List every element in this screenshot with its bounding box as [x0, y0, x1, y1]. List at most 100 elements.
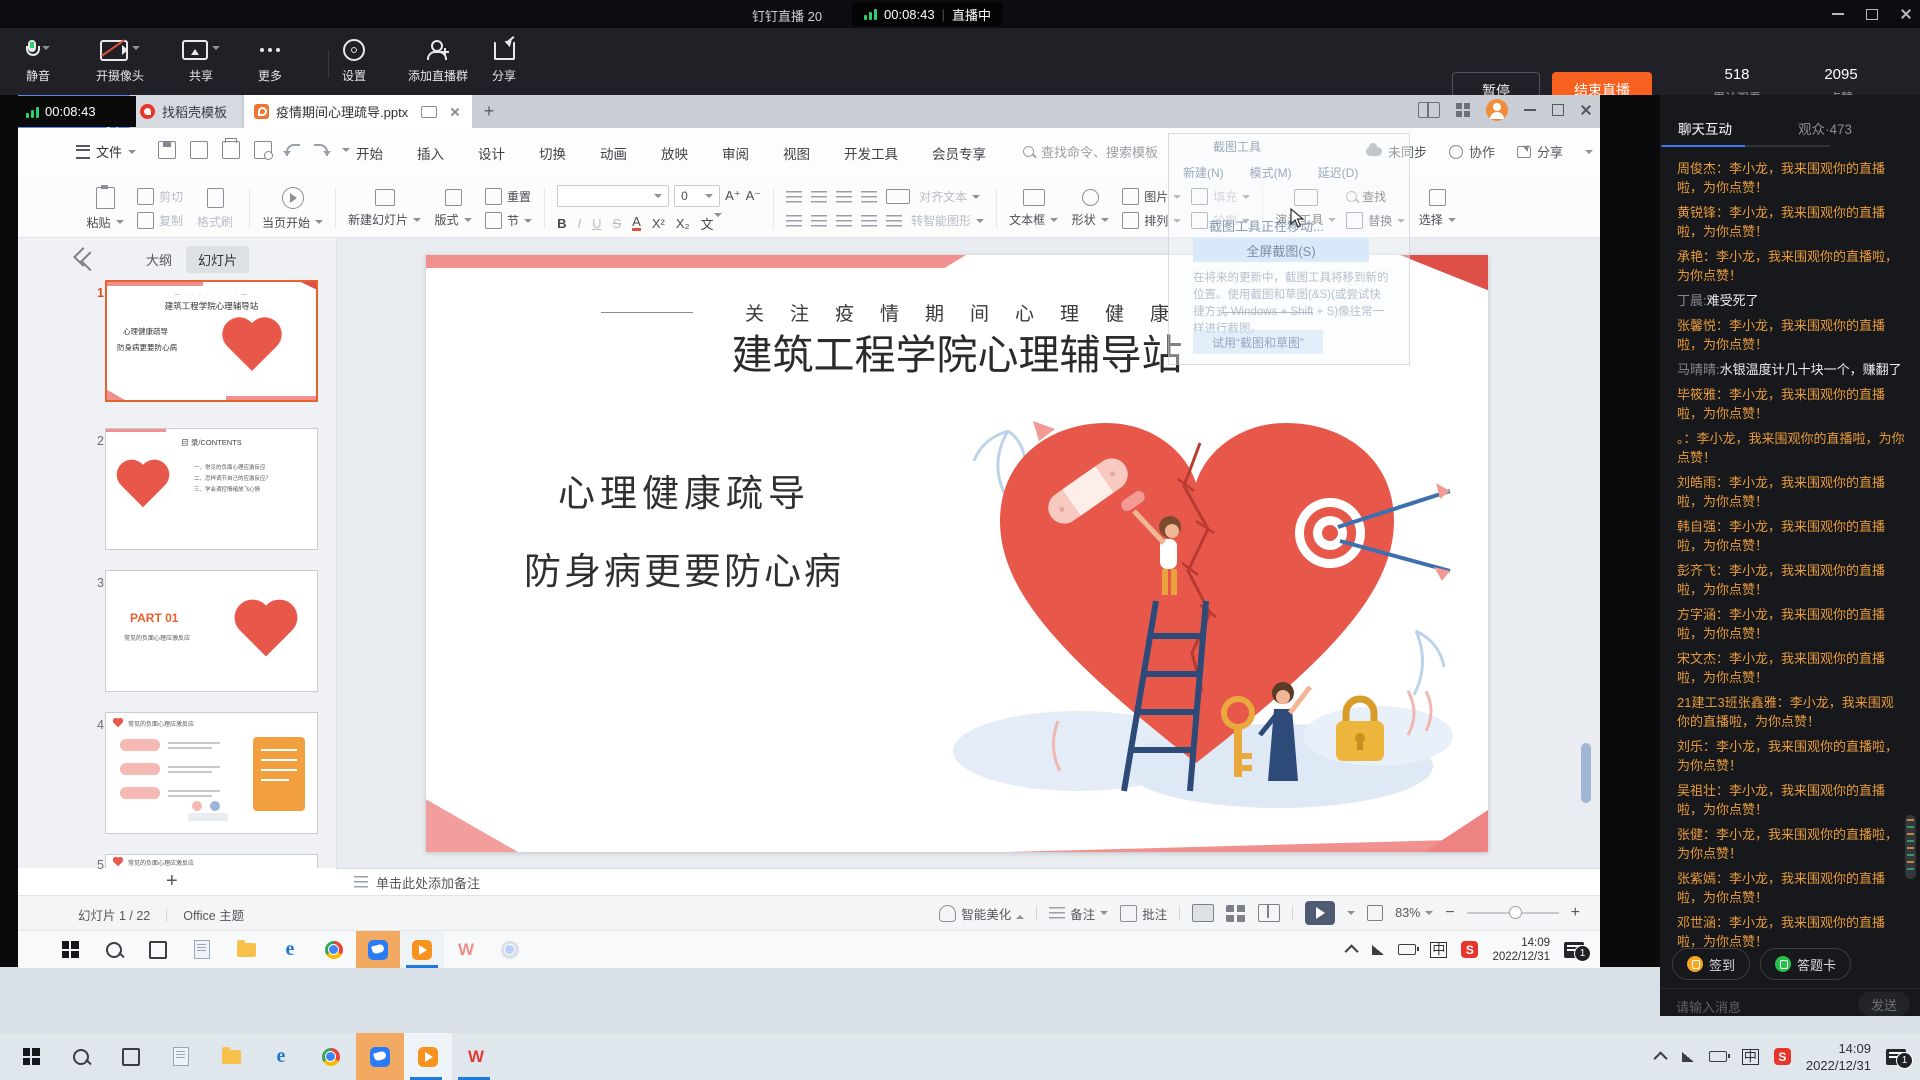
scrollbar-thumb[interactable]	[1581, 743, 1591, 803]
decrease-indent-icon[interactable]	[836, 191, 852, 203]
chat-message[interactable]: 张健：李小龙，我来围观你的直播啦，为你点赞！	[1677, 825, 1905, 863]
split-view-icon[interactable]	[1418, 102, 1440, 118]
send-button[interactable]: 发送	[1858, 992, 1910, 1016]
battery-icon[interactable]	[1709, 1051, 1727, 1062]
floating-live-timer[interactable]: 00:08:43	[18, 96, 136, 127]
dingtalk-live-icon[interactable]	[400, 931, 444, 968]
increase-indent-icon[interactable]	[861, 191, 877, 203]
wps-icon[interactable]: W	[444, 931, 488, 968]
snip-try-button[interactable]: 试用“截图和草图”	[1193, 330, 1323, 354]
chat-message[interactable]: 周俊杰：李小龙，我来围观你的直播啦，为你点赞！	[1677, 159, 1905, 197]
settings-button[interactable]: 设置	[342, 38, 366, 84]
file-explorer-icon[interactable]	[224, 931, 268, 968]
font-color-button[interactable]: A	[632, 216, 641, 231]
menu-item[interactable]: 插入	[417, 143, 444, 163]
collapse-panel-icon[interactable]	[73, 247, 93, 267]
chat-scrollbar[interactable]	[1905, 815, 1916, 879]
comments-button[interactable]: 批注	[1120, 904, 1167, 923]
zoom-out-button[interactable]: −	[1445, 904, 1454, 922]
tab-active-document[interactable]: 疫情期间心理疏导.pptx	[244, 95, 472, 128]
menu-item[interactable]: 动画	[600, 143, 627, 163]
ime-indicator[interactable]: 中	[1430, 942, 1447, 958]
zoom-slider-knob[interactable]	[1509, 906, 1522, 919]
font-size-select[interactable]: 0	[674, 185, 720, 207]
menu-item[interactable]: 开发工具	[844, 143, 898, 163]
wps-close-icon[interactable]	[1580, 104, 1592, 116]
share-screen-button[interactable]: 共享	[182, 38, 220, 84]
add-slide-button[interactable]: +	[166, 870, 178, 893]
normal-view-icon[interactable]	[1192, 904, 1214, 922]
chat-message[interactable]: 韩自强：李小龙，我来围观你的直播啦，为你点赞！	[1677, 517, 1905, 555]
wps-restore-icon[interactable]	[1552, 104, 1564, 116]
chat-message[interactable]: 。：李小龙，我来围观你的直播啦，为你点赞！	[1677, 429, 1905, 467]
chat-message[interactable]: 吴祖壮：李小龙，我来围观你的直播啦，为你点赞！	[1677, 781, 1905, 819]
maximize-icon[interactable]	[1866, 9, 1878, 20]
notepad-icon[interactable]	[156, 1033, 206, 1080]
tray-expand-icon[interactable]	[1653, 1051, 1667, 1065]
mute-button[interactable]: 静音	[26, 38, 50, 84]
tab-slides[interactable]: 幻灯片	[186, 246, 249, 273]
camera-button[interactable]: 开摄像头	[96, 38, 144, 84]
bold-button[interactable]: B	[557, 216, 566, 231]
snip-mode-button[interactable]: 模式(M)	[1250, 164, 1292, 181]
bullets-icon[interactable]	[786, 191, 802, 203]
close-tab-icon[interactable]	[450, 107, 460, 117]
to-smartart-button[interactable]: 转智能图形	[911, 212, 984, 229]
present-to-screen-icon[interactable]	[421, 106, 437, 118]
wps-icon[interactable]: W	[452, 1033, 500, 1080]
notification-center-icon[interactable]: 1	[1886, 1049, 1906, 1065]
chat-message[interactable]: 刘乐：李小龙，我来围观你的直播啦，为你点赞！	[1677, 737, 1905, 775]
phonetic-guide-button[interactable]: 文	[701, 214, 722, 233]
justify-icon[interactable]	[861, 215, 877, 227]
start-button[interactable]	[6, 1033, 56, 1080]
export-icon[interactable]	[190, 141, 208, 159]
chat-message-list[interactable]: 周俊杰：李小龙，我来围观你的直播啦，为你点赞！ 黄锐锋：李小龙，我来围观你的直播…	[1677, 159, 1905, 949]
paste-button[interactable]: 粘贴	[83, 187, 127, 231]
quiz-card-button[interactable]: 答题卡	[1760, 948, 1851, 980]
tab-chat[interactable]: 聊天互动	[1678, 118, 1732, 138]
shapes-button[interactable]: 形状	[1068, 189, 1112, 228]
dingtalk-icon[interactable]	[356, 931, 400, 968]
line-spacing-icon[interactable]	[886, 215, 902, 227]
align-left-icon[interactable]	[786, 215, 802, 227]
notes-bar[interactable]: 单击此处添加备注	[336, 868, 1600, 895]
zoom-level[interactable]: 83%	[1395, 906, 1433, 920]
reading-view-icon[interactable]	[1258, 904, 1280, 922]
new-tab-button[interactable]: +	[478, 100, 500, 122]
edge-icon[interactable]: e	[256, 1033, 306, 1080]
chat-message[interactable]: 黄锐锋：李小龙，我来围观你的直播啦，为你点赞！	[1677, 203, 1905, 241]
fit-slide-icon[interactable]	[1367, 905, 1383, 921]
chat-message[interactable]: 21建工3班张鑫雅：李小龙，我来围观你的直播啦，为你点赞！	[1677, 693, 1905, 731]
section-button[interactable]: 节	[485, 212, 532, 229]
cut-button[interactable]: 剪切	[137, 188, 183, 205]
share-document-button[interactable]: 分享	[1517, 142, 1563, 161]
chat-message[interactable]: 承艳：李小龙，我来围观你的直播啦，为你点赞！	[1677, 247, 1905, 285]
tray-expand-icon[interactable]	[1345, 944, 1359, 958]
format-painter-button[interactable]: 格式刷	[193, 188, 237, 230]
slide-thumbnail-4[interactable]: 常见的负面心理应激反应	[105, 712, 318, 834]
chat-message[interactable]: 宋文杰：李小龙，我来围观你的直播啦，为你点赞！	[1677, 649, 1905, 687]
chat-message[interactable]: 张馨悦：李小龙，我来围观你的直播啦，为你点赞！	[1677, 316, 1905, 354]
customize-quickbar-icon[interactable]	[342, 148, 350, 156]
search-button[interactable]	[56, 1033, 106, 1080]
slide-thumbnail-2[interactable]: 目 录/CONTENTS 一、常见的负面心理应激反应 二、怎样调节自己的应激反应…	[105, 428, 318, 550]
slide-sorter-icon[interactable]	[1226, 905, 1246, 922]
notepad-icon[interactable]	[180, 931, 224, 968]
notes-toggle-button[interactable]: 备注	[1049, 904, 1108, 923]
smart-beautify-button[interactable]: 智能美化	[939, 904, 1024, 923]
theme-name[interactable]: Office 主题	[183, 905, 244, 924]
zoom-slider[interactable]	[1467, 912, 1559, 914]
chat-message[interactable]: 方字涵：李小龙，我来围观你的直播啦，为你点赞！	[1677, 605, 1905, 643]
collapse-ribbon-icon[interactable]	[1585, 150, 1593, 158]
chat-message[interactable]: 马晴晴:水银温度计几十块一个，赚翻了	[1677, 360, 1905, 379]
snip-delay-button[interactable]: 延迟(D)	[1318, 164, 1359, 181]
numbering-icon[interactable]	[811, 191, 827, 203]
network-icon[interactable]	[1682, 1052, 1694, 1062]
decrease-font-button[interactable]: A⁻	[746, 188, 762, 204]
subscript-button[interactable]: X₂	[676, 216, 690, 231]
ime-indicator[interactable]: 中	[1742, 1049, 1759, 1065]
undo-icon[interactable]	[286, 144, 300, 156]
notification-center-icon[interactable]: 1	[1564, 942, 1584, 958]
menu-item[interactable]: 设计	[478, 143, 505, 163]
menu-item[interactable]: 会员专享	[932, 143, 986, 163]
